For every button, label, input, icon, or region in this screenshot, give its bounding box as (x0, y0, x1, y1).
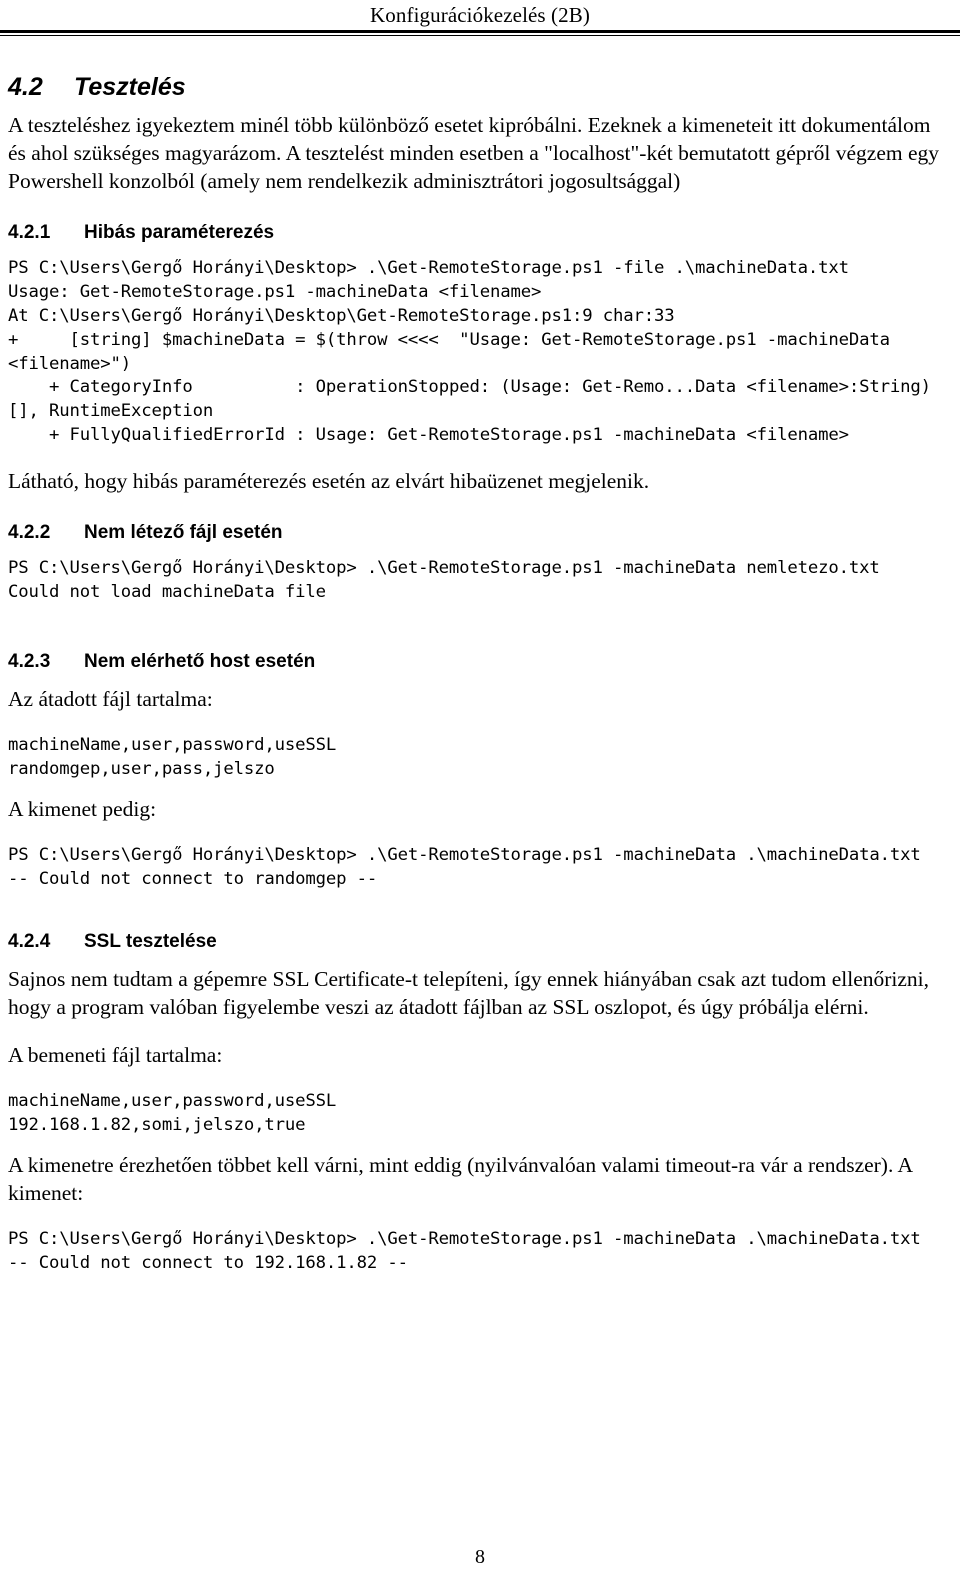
console-output-ssl: PS C:\Users\Gergő Horányi\Desktop> .\Get… (8, 1228, 921, 1273)
heading-4-2-2-number: 4.2.2 (8, 522, 51, 544)
page-number: 8 (475, 1546, 485, 1568)
input-file-contents-4-2-3: machineName,user,password,useSSL randomg… (8, 734, 337, 779)
heading-4-2-1: 4.2.1 Hibás paraméterezés (8, 222, 948, 245)
heading-4-2-1-title: Hibás paraméterezés (84, 221, 275, 243)
heading-4-2-1-number: 4.2.1 (8, 221, 51, 243)
input-file-contents-4-2-4: machineName,user,password,useSSL 192.168… (8, 1091, 337, 1136)
header-divider-rule (0, 30, 960, 37)
document-page: Konfigurációkezelés (2B) 4.2 Tesztelés A… (0, 0, 960, 1589)
heading-4-2-2-title: Nem létező fájl esetén (84, 522, 283, 544)
paragraph-ssl-intro: Sajnos nem tudtam a gépemre SSL Certific… (8, 967, 930, 1020)
paragraph-ssl-timeout: A kimenetre érezhetően többet kell várni… (8, 1152, 912, 1205)
console-output-nem-letezo-fajl: PS C:\Users\Gergő Horányi\Desktop> .\Get… (8, 558, 880, 603)
heading-4-2-3-number: 4.2.3 (8, 650, 51, 672)
heading-4-2-4: 4.2.4 SSL tesztelése (8, 931, 948, 954)
heading-4-2-3-title: Nem elérhető host esetén (84, 650, 316, 672)
heading-4-2-4-title: SSL tesztelése (84, 931, 217, 953)
heading-4-2-2: 4.2.2 Nem létező fájl esetén (8, 522, 948, 545)
console-output-hibas-parameterezes: PS C:\Users\Gergő Horányi\Desktop> .\Get… (8, 257, 931, 446)
label-output-4-2-3: A kimenet pedig: (8, 796, 157, 821)
running-header: Konfigurációkezelés (2B) (0, 0, 960, 27)
running-header-title: Konfigurációkezelés (2B) (370, 3, 590, 27)
heading-4-2-3: 4.2.3 Nem elérhető host esetén (8, 651, 948, 674)
heading-4-2: 4.2 Tesztelés (8, 72, 948, 102)
heading-4-2-4-number: 4.2.4 (8, 931, 51, 953)
intro-paragraph: A teszteléshez igyekeztem minél több kül… (8, 113, 940, 193)
heading-4-2-number: 4.2 (8, 73, 43, 102)
paragraph-after-4-2-1: Látható, hogy hibás paraméterezés esetén… (8, 469, 650, 494)
console-output-nem-elerheto-host: PS C:\Users\Gergő Horányi\Desktop> .\Get… (8, 844, 921, 889)
label-input-file-4-2-3: Az átadott fájl tartalma: (8, 686, 213, 711)
document-body: 4.2 Tesztelés A teszteléshez igyekeztem … (0, 72, 960, 1276)
label-input-file-4-2-4: A bemeneti fájl tartalma: (8, 1043, 223, 1068)
heading-4-2-title: Tesztelés (74, 73, 186, 102)
